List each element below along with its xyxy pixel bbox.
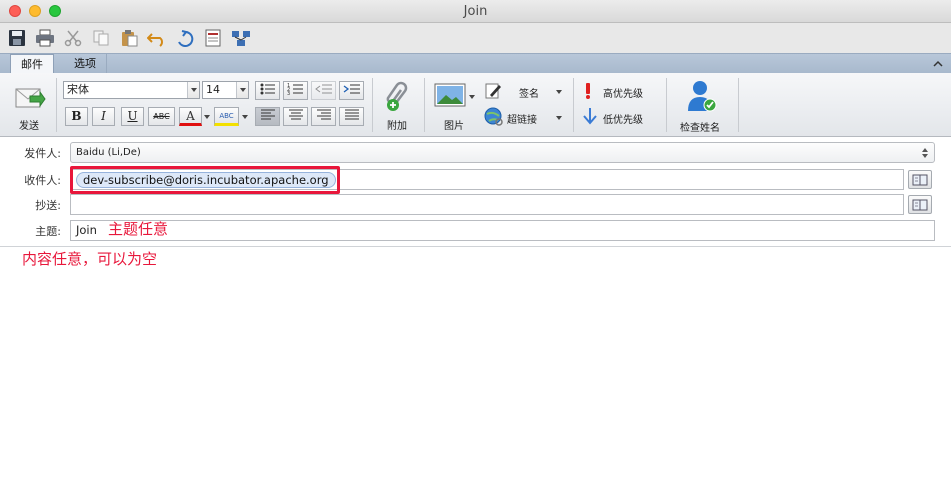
subject-annotation: 主题任意 [108, 220, 169, 238]
address-book-icon [912, 174, 928, 185]
numbered-list-button[interactable]: 123 [283, 81, 308, 100]
globe-link-icon [484, 107, 503, 126]
highlight-button[interactable]: ABC [214, 107, 239, 126]
low-priority-button[interactable]: 低优先级 [582, 107, 662, 127]
align-right-icon [316, 109, 331, 120]
from-row: 发件人: Baidu (Li,De) [0, 142, 951, 164]
underline-button[interactable]: U [121, 107, 144, 126]
cc-field[interactable] [70, 194, 904, 215]
chevron-down-icon[interactable] [204, 115, 210, 119]
cc-address-book-button[interactable] [908, 195, 932, 214]
updown-arrow-icon [922, 148, 928, 158]
align-left-button[interactable] [255, 107, 280, 126]
outdent-icon [314, 84, 332, 94]
chevron-down-icon [187, 82, 199, 98]
chevron-down-icon[interactable] [242, 115, 248, 119]
align-right-button[interactable] [311, 107, 336, 126]
from-value: Baidu (Li,De) [76, 147, 141, 158]
increase-indent-button[interactable] [339, 81, 364, 100]
address-book-icon [912, 199, 928, 210]
italic-button[interactable]: I [92, 107, 115, 126]
align-center-button[interactable] [283, 107, 308, 126]
chevron-down-icon [556, 116, 562, 120]
cc-row: 抄送: [0, 194, 951, 216]
justify-icon [344, 109, 359, 120]
collapse-ribbon-icon[interactable] [931, 57, 945, 71]
copy-icon[interactable] [90, 27, 112, 49]
form-icon[interactable] [202, 27, 224, 49]
print-icon[interactable] [34, 27, 56, 49]
high-priority-button[interactable]: 高优先级 [582, 82, 662, 102]
undo-icon[interactable] [146, 27, 168, 49]
font-family-select[interactable]: 宋体 [63, 81, 200, 99]
user-check-icon [688, 81, 717, 112]
window-title: Join [463, 4, 488, 19]
paperclip-icon [386, 81, 408, 111]
ribbon: 发送 宋体 14 B I U ABC A ABC 123 附加 图片 签名 超链… [0, 73, 951, 137]
tab-mail[interactable]: 邮件 [10, 54, 54, 75]
justify-button[interactable] [339, 107, 364, 126]
quick-toolbar [0, 23, 951, 53]
ribbon-tabs: 邮件 选项 [0, 53, 951, 75]
picture-icon [434, 83, 466, 107]
picture-button[interactable]: 图片 [432, 81, 478, 133]
hyperlink-button[interactable]: 超链接 [484, 107, 566, 127]
align-left-icon [260, 109, 275, 120]
font-size-select[interactable]: 14 [202, 81, 249, 99]
send-button[interactable]: 发送 [12, 81, 48, 133]
bullet-list-button[interactable] [255, 81, 280, 100]
subject-field[interactable]: Join [70, 220, 935, 241]
attach-button[interactable]: 附加 [380, 79, 416, 133]
check-names-button[interactable]: 检查姓名 [674, 79, 730, 134]
save-icon[interactable] [6, 27, 28, 49]
redo-icon[interactable] [174, 27, 196, 49]
paste-icon[interactable] [118, 27, 140, 49]
message-body[interactable] [0, 247, 951, 498]
exclamation-icon [586, 83, 590, 99]
network-icon[interactable] [230, 27, 252, 49]
chevron-down-icon [469, 95, 475, 99]
tab-options[interactable]: 选项 [64, 54, 107, 74]
bold-button[interactable]: B [65, 107, 88, 126]
chevron-down-icon [236, 82, 248, 98]
to-label: 收件人: [24, 174, 61, 187]
cut-icon[interactable] [62, 27, 84, 49]
recipient-highlight-box [70, 166, 340, 194]
title-bar: Join [0, 0, 951, 23]
arrow-down-icon [583, 108, 597, 125]
decrease-indent-button[interactable] [311, 81, 336, 100]
svg-text:3: 3 [287, 91, 290, 96]
send-icon [15, 88, 46, 108]
indent-icon [343, 84, 360, 94]
font-size-value: 14 [206, 83, 220, 96]
align-center-icon [288, 109, 303, 120]
signature-button[interactable]: 签名 [484, 82, 566, 102]
cc-label: 抄送: [35, 199, 61, 212]
font-family-value: 宋体 [67, 83, 89, 96]
bullet-list-icon [260, 83, 275, 95]
font-color-button[interactable]: A [179, 107, 202, 126]
strikethrough-button[interactable]: ABC [148, 107, 175, 126]
to-address-book-button[interactable] [908, 170, 932, 189]
chevron-down-icon [556, 90, 562, 94]
numbered-list-icon: 123 [287, 83, 303, 97]
from-label: 发件人: [24, 147, 61, 160]
from-select[interactable]: Baidu (Li,De) [70, 142, 935, 163]
pen-icon [485, 83, 501, 99]
subject-label: 主题: [35, 225, 61, 238]
